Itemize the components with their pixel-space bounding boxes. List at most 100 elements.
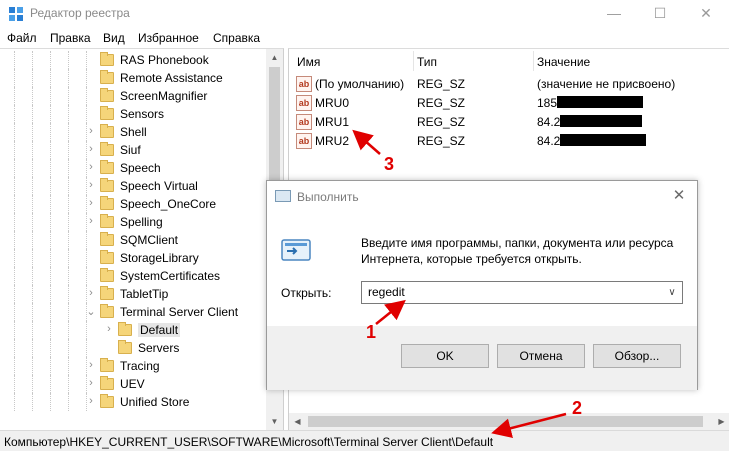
annotation-number-3: 3: [384, 154, 395, 174]
values-scroll-thumb[interactable]: [308, 416, 703, 427]
cancel-button[interactable]: Отмена: [497, 344, 585, 368]
chevron-right-icon[interactable]: ›: [86, 197, 96, 209]
open-label: Открыть:: [281, 286, 332, 300]
tree-guide-line: [14, 393, 15, 411]
scroll-up-arrow-icon[interactable]: ▲: [266, 49, 283, 66]
tree-guide-line: [68, 303, 69, 321]
close-button[interactable]: ✕: [683, 0, 729, 28]
tree-item[interactable]: › Siuf: [0, 141, 268, 159]
tree-guide-line: [50, 159, 51, 177]
tree-item[interactable]: › UEV: [0, 375, 268, 393]
ok-button[interactable]: OK: [401, 344, 489, 368]
menu-help[interactable]: Справка: [213, 31, 260, 45]
column-header-name[interactable]: Имя: [297, 55, 320, 69]
value-name: MRU0: [315, 96, 350, 110]
registry-tree[interactable]: RAS Phonebook Remote Assistance ScreenMagn…: [0, 48, 284, 430]
chevron-right-icon[interactable]: ›: [86, 395, 96, 407]
menu-favorites[interactable]: Избранное: [138, 31, 199, 45]
folder-icon: [100, 214, 114, 228]
scroll-down-arrow-icon[interactable]: ▼: [266, 413, 283, 430]
tree-item[interactable]: ScreenMagnifier: [0, 87, 268, 105]
tree-item-label: StorageLibrary: [120, 251, 199, 265]
folder-icon: [100, 394, 114, 408]
tree-item[interactable]: SQMClient: [0, 231, 268, 249]
values-horizontal-scrollbar[interactable]: ◀ ▶: [289, 413, 729, 430]
menu-edit[interactable]: Правка: [50, 31, 91, 45]
chevron-right-icon[interactable]: ›: [86, 377, 96, 389]
browse-button[interactable]: Обзор...: [593, 344, 681, 368]
string-value-icon: ab: [296, 133, 312, 149]
tree-item-label: Speech: [120, 161, 161, 175]
chevron-right-icon[interactable]: ›: [86, 215, 96, 227]
tree-guide-line: [50, 249, 51, 267]
folder-icon: [100, 268, 114, 282]
chevron-right-icon[interactable]: ›: [86, 359, 96, 371]
chevron-down-icon[interactable]: ⌄: [86, 305, 96, 318]
tree-item[interactable]: › Spelling: [0, 213, 268, 231]
chevron-right-icon[interactable]: ›: [86, 287, 96, 299]
tree-item-label: UEV: [120, 377, 145, 391]
tree-item[interactable]: Sensors: [0, 105, 268, 123]
string-value-icon: ab: [296, 76, 312, 92]
tree-guide-line: [50, 267, 51, 285]
value-row[interactable]: ab MRU1 REG_SZ 84.2: [289, 113, 729, 132]
run-dialog-title-bar[interactable]: Выполнить ✕: [267, 181, 697, 211]
tree-item[interactable]: › Speech_OneCore: [0, 195, 268, 213]
tree-guide-line: [32, 321, 33, 339]
tree-item[interactable]: SystemCertificates: [0, 267, 268, 285]
tree-item[interactable]: › Tracing: [0, 357, 268, 375]
tree-guide-line: [50, 393, 51, 411]
column-header-type[interactable]: Тип: [417, 55, 437, 69]
chevron-right-icon[interactable]: ›: [86, 125, 96, 137]
registry-path: Компьютер\HKEY_CURRENT_USER\SOFTWARE\Mic…: [4, 435, 494, 449]
chevron-right-icon[interactable]: ›: [86, 179, 96, 191]
tree-item[interactable]: StorageLibrary: [0, 249, 268, 267]
column-header-data[interactable]: Значение: [537, 55, 590, 69]
scroll-left-arrow-icon[interactable]: ◀: [289, 413, 306, 430]
tree-item[interactable]: › Shell: [0, 123, 268, 141]
tree-item[interactable]: RAS Phonebook: [0, 51, 268, 69]
tree-guide-line: [86, 69, 87, 87]
chevron-right-icon[interactable]: ›: [104, 323, 114, 335]
tree-guide-line: [32, 159, 33, 177]
value-row[interactable]: ab (По умолчанию) REG_SZ (значение не пр…: [289, 75, 729, 94]
tree-guide-line: [86, 321, 87, 339]
tree-item[interactable]: › Default: [0, 321, 268, 339]
run-command-input[interactable]: regedit ∨: [361, 281, 683, 304]
tree-guide-line: [50, 303, 51, 321]
tree-guide-line: [50, 69, 51, 87]
annotation-number-1: 1: [366, 322, 377, 342]
tree-item[interactable]: › Speech Virtual: [0, 177, 268, 195]
redaction-bar: [560, 115, 643, 127]
menu-view[interactable]: Вид: [103, 31, 125, 45]
chevron-right-icon[interactable]: ›: [86, 161, 96, 173]
value-row[interactable]: ab MRU2 REG_SZ 84.2: [289, 132, 729, 151]
tree-guide-line: [32, 231, 33, 249]
tree-guide-line: [50, 51, 51, 69]
minimize-button[interactable]: —: [591, 0, 637, 28]
menu-file[interactable]: Файл: [7, 31, 37, 45]
column-separator[interactable]: [413, 51, 414, 71]
tree-item[interactable]: Servers: [0, 339, 268, 357]
tree-guide-line: [86, 105, 87, 123]
tree-item[interactable]: › Speech: [0, 159, 268, 177]
tree-item[interactable]: ⌄ Terminal Server Client: [0, 303, 268, 321]
tree-item-label: TabletTip: [120, 287, 169, 301]
folder-icon: [100, 304, 114, 318]
registry-editor-icon: [9, 7, 23, 21]
column-separator[interactable]: [533, 51, 534, 71]
tree-item[interactable]: › TabletTip: [0, 285, 268, 303]
maximize-button[interactable]: ☐: [637, 0, 683, 28]
chevron-down-icon[interactable]: ∨: [664, 284, 680, 301]
tree-guide-line: [68, 375, 69, 393]
tree-guide-line: [68, 249, 69, 267]
tree-item[interactable]: Remote Assistance: [0, 69, 268, 87]
value-row[interactable]: ab MRU0 REG_SZ 185: [289, 94, 729, 113]
chevron-right-icon[interactable]: ›: [86, 143, 96, 155]
tree-item[interactable]: › Unified Store: [0, 393, 268, 411]
tree-item-label: SQMClient: [120, 233, 179, 247]
scroll-right-arrow-icon[interactable]: ▶: [713, 413, 729, 430]
close-icon[interactable]: ✕: [667, 185, 691, 207]
run-command-value[interactable]: regedit: [368, 285, 405, 299]
tree-guide-line: [14, 105, 15, 123]
